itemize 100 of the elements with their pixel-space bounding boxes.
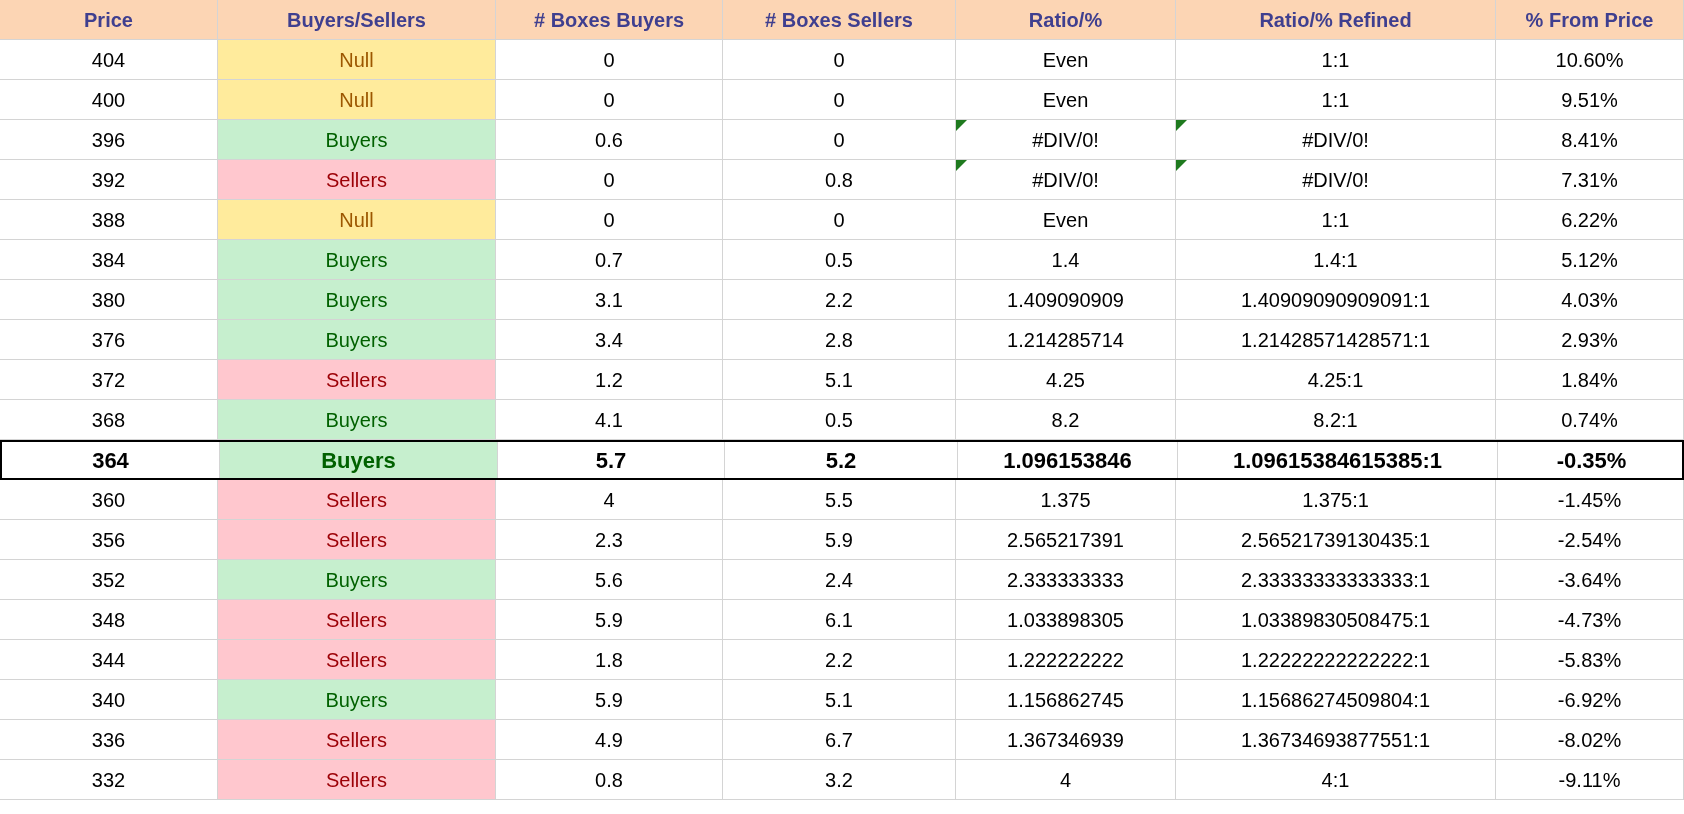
buyers-boxes-cell: 0.6 xyxy=(496,120,723,159)
sentiment-cell: Sellers xyxy=(218,640,496,679)
buyers-boxes-cell: 2.3 xyxy=(496,520,723,559)
from-price-cell: 6.22% xyxy=(1496,200,1684,239)
ratio-cell: 1.409090909 xyxy=(956,280,1176,319)
from-price-cell: 5.12% xyxy=(1496,240,1684,279)
column-header: # Boxes Sellers xyxy=(723,0,956,39)
buyers-boxes-cell: 1.2 xyxy=(496,360,723,399)
sellers-boxes-cell: 6.7 xyxy=(723,720,956,759)
refined-ratio-cell: 1.40909090909091:1 xyxy=(1176,280,1496,319)
refined-ratio-cell: 1.22222222222222:1 xyxy=(1176,640,1496,679)
refined-ratio-cell: 1.36734693877551:1 xyxy=(1176,720,1496,759)
column-header: # Boxes Buyers xyxy=(496,0,723,39)
ratio-cell: 2.565217391 xyxy=(956,520,1176,559)
sellers-boxes-cell: 2.4 xyxy=(723,560,956,599)
buyers-boxes-cell: 5.9 xyxy=(496,680,723,719)
from-price-cell: -5.83% xyxy=(1496,640,1684,679)
from-price-cell: 0.74% xyxy=(1496,400,1684,439)
sentiment-cell: Null xyxy=(218,40,496,79)
error-flag-icon xyxy=(956,120,967,131)
ratio-cell: 4 xyxy=(956,760,1176,799)
column-header: Ratio/% Refined xyxy=(1176,0,1496,39)
column-header: Price xyxy=(0,0,218,39)
from-price-cell: -1.45% xyxy=(1496,480,1684,519)
error-flag-icon xyxy=(956,160,967,171)
buyers-boxes-cell: 1.8 xyxy=(496,640,723,679)
ratio-cell: Even xyxy=(956,200,1176,239)
error-flag-icon xyxy=(1176,160,1187,171)
refined-ratio-cell: 1.09615384615385:1 xyxy=(1178,442,1498,478)
ratio-cell: 1.033898305 xyxy=(956,600,1176,639)
sellers-boxes-cell: 2.2 xyxy=(723,280,956,319)
refined-ratio-cell: 1.4:1 xyxy=(1176,240,1496,279)
refined-ratio-cell: 1.03389830508475:1 xyxy=(1176,600,1496,639)
ratio-cell: 2.333333333 xyxy=(956,560,1176,599)
from-price-cell: 7.31% xyxy=(1496,160,1684,199)
refined-ratio-cell: #DIV/0! xyxy=(1176,160,1496,199)
sellers-boxes-cell: 0.5 xyxy=(723,400,956,439)
from-price-cell: -0.35% xyxy=(1498,442,1684,478)
refined-ratio-cell: 1:1 xyxy=(1176,80,1496,119)
sentiment-cell: Sellers xyxy=(218,600,496,639)
sellers-boxes-cell: 2.2 xyxy=(723,640,956,679)
refined-ratio-cell: 2.56521739130435:1 xyxy=(1176,520,1496,559)
ratio-cell: 4.25 xyxy=(956,360,1176,399)
ratio-cell: 1.214285714 xyxy=(956,320,1176,359)
refined-ratio-cell: 4:1 xyxy=(1176,760,1496,799)
sentiment-cell: Buyers xyxy=(218,320,496,359)
buyers-boxes-cell: 0 xyxy=(496,40,723,79)
sentiment-cell: Sellers xyxy=(218,720,496,759)
sellers-boxes-cell: 2.8 xyxy=(723,320,956,359)
sentiment-cell: Null xyxy=(218,200,496,239)
sellers-boxes-cell: 5.1 xyxy=(723,680,956,719)
sentiment-cell: Sellers xyxy=(218,160,496,199)
sentiment-cell: Buyers xyxy=(218,560,496,599)
sentiment-cell: Buyers xyxy=(218,120,496,159)
from-price-cell: 10.60% xyxy=(1496,40,1684,79)
ratio-cell: 1.156862745 xyxy=(956,680,1176,719)
refined-ratio-cell: 1.375:1 xyxy=(1176,480,1496,519)
ratio-cell: 1.222222222 xyxy=(956,640,1176,679)
from-price-cell: -9.11% xyxy=(1496,760,1684,799)
refined-ratio-cell: 1.21428571428571:1 xyxy=(1176,320,1496,359)
buyers-boxes-cell: 5.9 xyxy=(496,600,723,639)
ratio-cell: 1.367346939 xyxy=(956,720,1176,759)
buyers-boxes-cell: 0.7 xyxy=(496,240,723,279)
sentiment-cell: Sellers xyxy=(218,520,496,559)
sellers-boxes-cell: 5.2 xyxy=(725,442,958,478)
column-header: Buyers/Sellers xyxy=(218,0,496,39)
sentiment-cell: Buyers xyxy=(218,680,496,719)
ratio-cell: #DIV/0! xyxy=(956,120,1176,159)
buyers-boxes-cell: 0 xyxy=(496,160,723,199)
sentiment-cell: Sellers xyxy=(218,360,496,399)
ratio-cell: 1.4 xyxy=(956,240,1176,279)
refined-ratio-cell: 4.25:1 xyxy=(1176,360,1496,399)
ratio-cell: Even xyxy=(956,80,1176,119)
buyers-boxes-cell: 5.7 xyxy=(498,442,725,478)
from-price-cell: 2.93% xyxy=(1496,320,1684,359)
ratio-cell: Even xyxy=(956,40,1176,79)
from-price-cell: 9.51% xyxy=(1496,80,1684,119)
error-flag-icon xyxy=(1176,120,1187,131)
sentiment-cell: Buyers xyxy=(218,280,496,319)
refined-ratio-cell: 1:1 xyxy=(1176,40,1496,79)
column-header: Ratio/% xyxy=(956,0,1176,39)
sellers-boxes-cell: 0 xyxy=(723,200,956,239)
ratio-cell: 8.2 xyxy=(956,400,1176,439)
sentiment-cell: Sellers xyxy=(218,480,496,519)
sentiment-cell: Sellers xyxy=(218,760,496,799)
from-price-cell: -8.02% xyxy=(1496,720,1684,759)
sellers-boxes-cell: 0 xyxy=(723,40,956,79)
refined-ratio-cell: 8.2:1 xyxy=(1176,400,1496,439)
sellers-boxes-cell: 0 xyxy=(723,80,956,119)
from-price-cell: 8.41% xyxy=(1496,120,1684,159)
refined-ratio-cell: #DIV/0! xyxy=(1176,120,1496,159)
sellers-boxes-cell: 5.5 xyxy=(723,480,956,519)
sentiment-cell: Buyers xyxy=(220,442,498,478)
column-header: % From Price xyxy=(1496,0,1684,39)
from-price-cell: -2.54% xyxy=(1496,520,1684,559)
buyers-boxes-cell: 0 xyxy=(496,80,723,119)
ratio-cell: 1.096153846 xyxy=(958,442,1178,478)
sellers-boxes-cell: 5.1 xyxy=(723,360,956,399)
sentiment-cell: Buyers xyxy=(218,400,496,439)
from-price-cell: -4.73% xyxy=(1496,600,1684,639)
